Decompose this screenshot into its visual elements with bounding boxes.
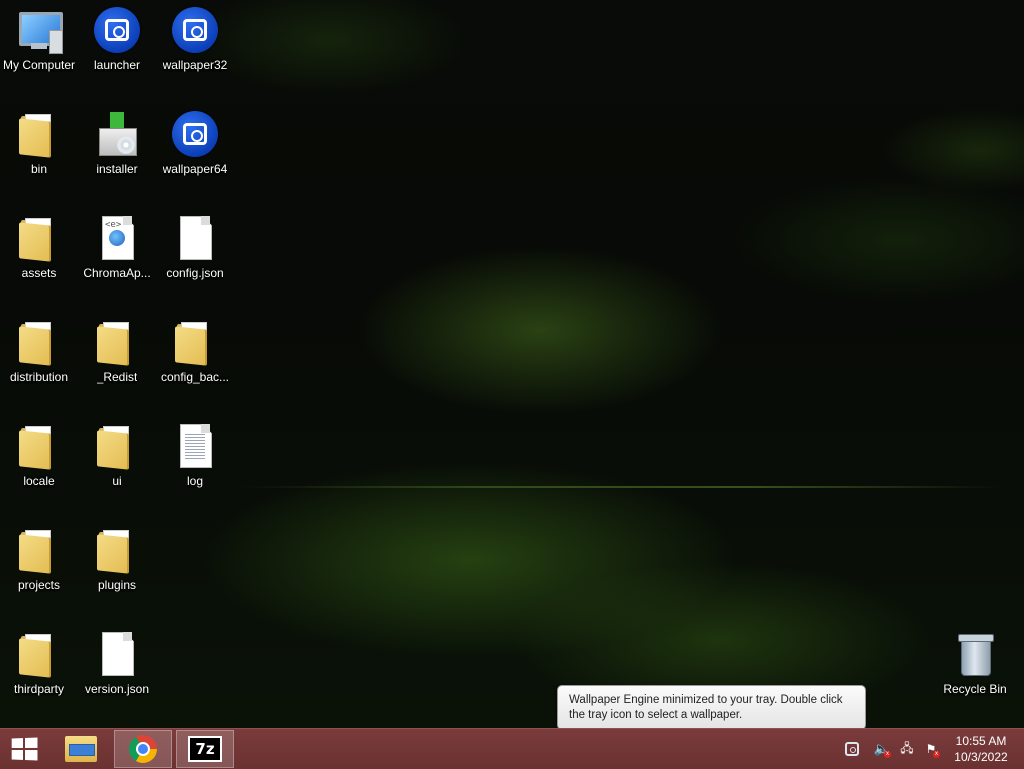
desktop-icon-label: ChromaAp... [83,266,151,280]
desktop-icon-label: ui [112,474,122,488]
desktop-icon-bin[interactable]: bin [0,104,78,200]
desktop-icon-label: version.json [84,682,150,696]
taskbar-chrome-button[interactable] [114,730,172,768]
desktop-icon-launcher[interactable]: launcher [78,0,156,96]
desktop-icon-label: launcher [93,58,141,72]
chrome-icon [129,735,157,763]
tray-notification-balloon[interactable]: Wallpaper Engine minimized to your tray.… [557,685,866,738]
folder-icon [15,630,63,678]
folder-icon [93,526,141,574]
desktop-icon-label: installer [96,162,138,176]
desktop-icon-plugins[interactable]: plugins [78,520,156,616]
windows-logo-icon [11,737,38,761]
desktop-icon-installer[interactable]: installer [78,104,156,200]
folder-icon [15,526,63,574]
taskbar-file-explorer-button[interactable] [52,730,110,768]
desktop-icon-distribution[interactable]: distribution [0,312,78,408]
desktop-icon-label: config.json [166,266,224,280]
wallpaper-engine-icon [171,6,219,54]
desktop-icon-my-computer[interactable]: My Computer [0,0,78,96]
desktop-icon-chromaapp[interactable]: <e> ChromaAp... [78,208,156,304]
desktop-icon-label: Recycle Bin [943,682,1007,696]
network-disconnected-icon: 🖧 [900,740,914,755]
desktop-icon-label: wallpaper64 [162,162,228,176]
wallpaper-light-streak [240,486,1000,488]
desktop-icon-wallpaper64[interactable]: wallpaper64 [156,104,234,200]
desktop-icon-ui[interactable]: ui [78,416,156,512]
wallpaper-engine-tray-icon [845,742,859,756]
desktop-icon-version-json[interactable]: version.json [78,624,156,720]
wallpaper-engine-icon [171,110,219,158]
desktop-icon-label: thirdparty [13,682,65,696]
html-file-icon: <e> [93,214,141,262]
tray-action-center[interactable]: ⚑ x [921,729,941,769]
desktop-icon-projects[interactable]: projects [0,520,78,616]
desktop-icon-label: wallpaper32 [162,58,228,72]
desktop-icon-label: plugins [97,578,137,592]
desktop-icon-label: My Computer [2,58,76,72]
computer-icon [15,6,63,54]
desktop-icon-thirdparty[interactable]: thirdparty [0,624,78,720]
folder-icon [15,214,63,262]
recycle-bin-icon [951,630,999,678]
start-button[interactable] [0,729,48,769]
desktop-icon-config-backup[interactable]: config_bac... [156,312,234,408]
folder-icon [93,422,141,470]
text-file-icon [171,422,219,470]
blank-file-icon [93,630,141,678]
desktop-icon-label: locale [23,474,55,488]
7zip-icon: 7z [188,736,222,762]
tray-wallpaper-engine[interactable] [842,729,862,769]
desktop-icon-label: distribution [9,370,69,384]
blank-file-icon [171,214,219,262]
wallpaper-engine-icon [93,6,141,54]
taskbar-clock[interactable]: 10:55 AM 10/3/2022 [946,733,1016,765]
desktop-icon-label: log [186,474,203,488]
folder-icon [15,110,63,158]
desktop-icon-log[interactable]: log [156,416,234,512]
installer-icon [93,110,141,158]
taskbar: 7z 🔈 x 🖧 ⚑ x 10:55 AM 10/3/2022 [0,728,1024,769]
folder-icon [171,318,219,366]
desktop-icon-recycle-bin[interactable]: Recycle Bin [936,624,1014,720]
taskbar-7zip-button[interactable]: 7z [176,730,234,768]
folder-icon [15,422,63,470]
folder-icon [93,318,141,366]
desktop-icon-label: _Redist [96,370,138,384]
desktop-icon-locale[interactable]: locale [0,416,78,512]
desktop-icon-redist[interactable]: _Redist [78,312,156,408]
notification-message: Wallpaper Engine minimized to your tray.… [569,694,843,721]
desktop-icon-label: bin [30,162,47,176]
clock-time: 10:55 AM [955,734,1007,748]
desktop-icon-label: config_bac... [160,370,230,384]
clock-date: 10/3/2022 [954,750,1008,764]
desktop-icon-label: projects [17,578,61,592]
desktop-icon-wallpaper32[interactable]: wallpaper32 [156,0,234,96]
folder-icon [15,318,63,366]
file-explorer-icon [65,736,97,762]
tray-volume[interactable]: 🔈 x [872,729,892,769]
tray-network[interactable]: 🖧 [897,729,917,769]
desktop-icon-assets[interactable]: assets [0,208,78,304]
desktop-icon-label: assets [21,266,57,280]
desktop-icon-config-json[interactable]: config.json [156,208,234,304]
